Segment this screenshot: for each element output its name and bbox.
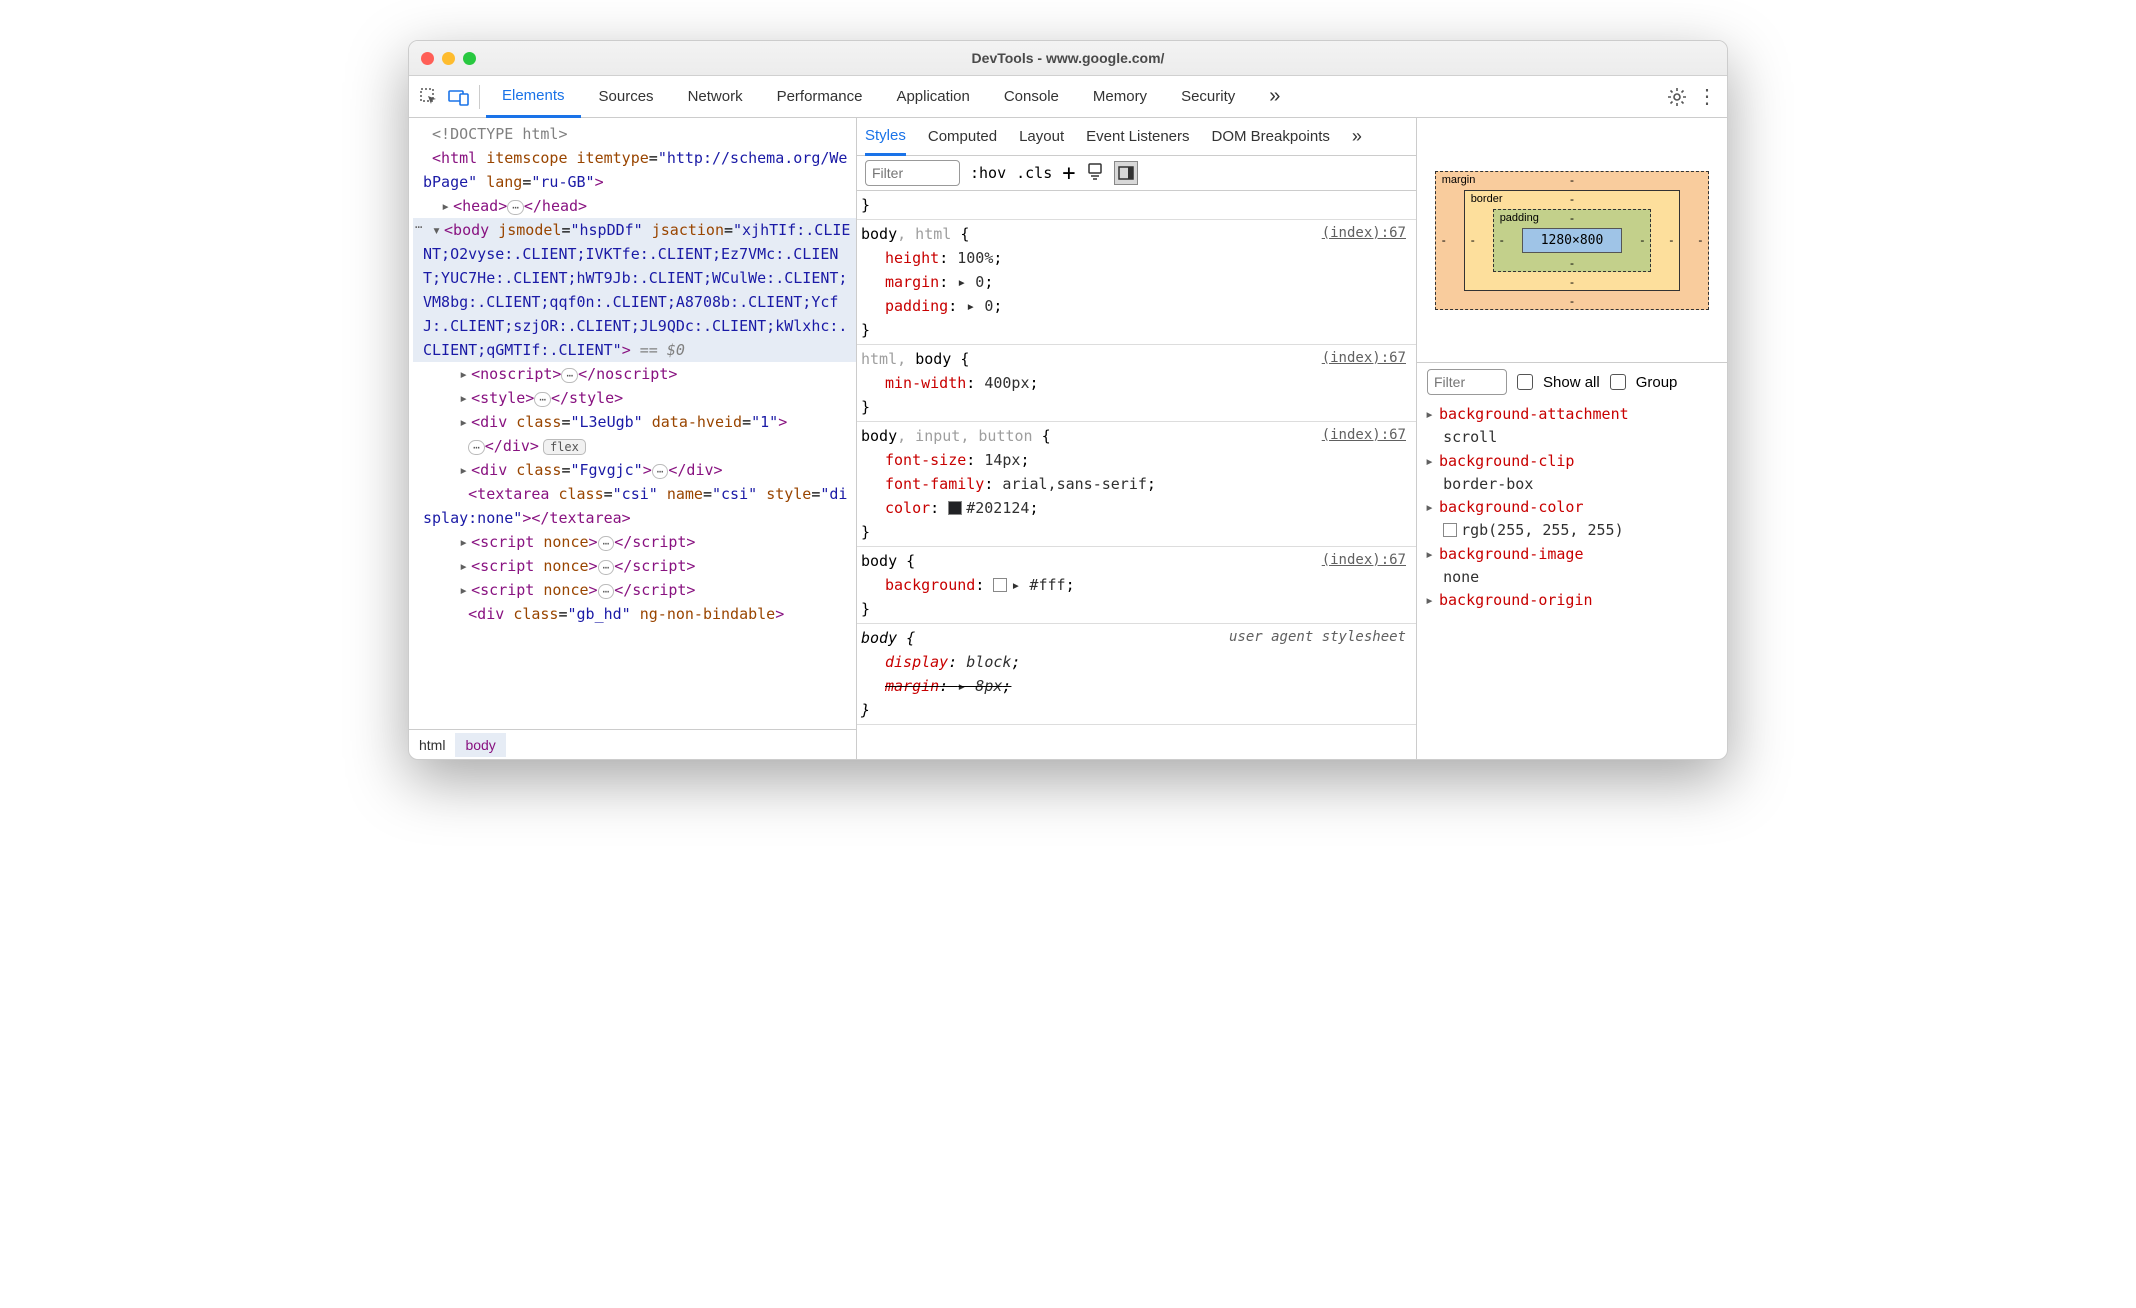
computed-properties[interactable]: ▸background-attachment scroll▸background… bbox=[1417, 401, 1727, 759]
subtab-computed[interactable]: Computed bbox=[928, 118, 997, 156]
tab-performance[interactable]: Performance bbox=[761, 76, 879, 118]
hov-toggle[interactable]: :hov bbox=[970, 164, 1006, 182]
group-label: Group bbox=[1636, 374, 1678, 391]
computed-filter-input[interactable] bbox=[1427, 369, 1507, 395]
padding-bottom-value: - bbox=[1570, 256, 1574, 270]
border-top-value: - bbox=[1570, 192, 1574, 206]
padding-left-value: - bbox=[1500, 233, 1504, 247]
margin-top-value: - bbox=[1570, 173, 1574, 187]
window-controls bbox=[421, 52, 476, 65]
crumb-html[interactable]: html bbox=[409, 733, 455, 757]
padding-right-value: - bbox=[1640, 233, 1644, 247]
copy-styles-icon[interactable] bbox=[1086, 162, 1104, 184]
box-model-content-size: 1280×800 bbox=[1522, 228, 1623, 253]
tab-console[interactable]: Console bbox=[988, 76, 1075, 118]
right-sidebar: margin - - - - border - - - - padding bbox=[1417, 118, 1727, 759]
subtab-layout[interactable]: Layout bbox=[1019, 118, 1064, 156]
group-checkbox[interactable] bbox=[1610, 374, 1626, 390]
show-all-label: Show all bbox=[1543, 374, 1600, 391]
new-style-rule-button[interactable]: + bbox=[1062, 161, 1075, 186]
subtab-dom-breakpoints[interactable]: DOM Breakpoints bbox=[1212, 118, 1330, 156]
show-all-checkbox[interactable] bbox=[1517, 374, 1533, 390]
margin-left-value: - bbox=[1442, 233, 1446, 247]
border-bottom-value: - bbox=[1570, 275, 1574, 289]
box-model-padding-label: padding bbox=[1500, 212, 1539, 224]
more-tabs-button[interactable]: » bbox=[1253, 76, 1296, 118]
subtab-event-listeners[interactable]: Event Listeners bbox=[1086, 118, 1189, 156]
minimize-window-button[interactable] bbox=[442, 52, 455, 65]
margin-right-value: - bbox=[1698, 233, 1702, 247]
styles-filter-input[interactable] bbox=[865, 160, 960, 186]
tab-application[interactable]: Application bbox=[880, 76, 985, 118]
cls-toggle[interactable]: .cls bbox=[1016, 164, 1052, 182]
device-toolbar-icon[interactable] bbox=[445, 83, 473, 111]
window-title: DevTools - www.google.com/ bbox=[409, 50, 1727, 66]
settings-icon[interactable] bbox=[1663, 83, 1691, 111]
elements-panel: <!DOCTYPE html> <html itemscope itemtype… bbox=[409, 118, 857, 759]
tab-memory[interactable]: Memory bbox=[1077, 76, 1163, 118]
padding-top-value: - bbox=[1570, 211, 1574, 225]
styles-subtabs: Styles Computed Layout Event Listeners D… bbox=[857, 118, 1416, 156]
close-window-button[interactable] bbox=[421, 52, 434, 65]
tab-network[interactable]: Network bbox=[672, 76, 759, 118]
divider bbox=[479, 85, 480, 109]
crumb-body[interactable]: body bbox=[455, 733, 505, 757]
style-rules[interactable]: }body, html {(index):67height: 100%;marg… bbox=[857, 191, 1416, 759]
tab-sources[interactable]: Sources bbox=[583, 76, 670, 118]
box-model-margin-label: margin bbox=[1442, 174, 1476, 186]
box-model-border-label: border bbox=[1471, 193, 1503, 205]
margin-bottom-value: - bbox=[1570, 294, 1574, 308]
styles-toolbar: :hov .cls + bbox=[857, 156, 1416, 191]
main-tabs: Elements Sources Network Performance App… bbox=[409, 76, 1727, 118]
tab-security[interactable]: Security bbox=[1165, 76, 1251, 118]
border-left-value: - bbox=[1471, 233, 1475, 247]
titlebar: DevTools - www.google.com/ bbox=[409, 41, 1727, 76]
border-right-value: - bbox=[1669, 233, 1673, 247]
breadcrumb: html body bbox=[409, 729, 856, 759]
devtools-window: DevTools - www.google.com/ Elements Sour… bbox=[408, 40, 1728, 760]
toggle-sidebar-button[interactable] bbox=[1114, 161, 1138, 185]
inspect-element-icon[interactable] bbox=[415, 83, 443, 111]
box-model[interactable]: margin - - - - border - - - - padding bbox=[1417, 118, 1727, 363]
kebab-menu-icon[interactable]: ⋮ bbox=[1693, 83, 1721, 111]
maximize-window-button[interactable] bbox=[463, 52, 476, 65]
subtab-styles[interactable]: Styles bbox=[865, 118, 906, 156]
computed-toolbar: Show all Group bbox=[1417, 363, 1727, 401]
tab-elements[interactable]: Elements bbox=[486, 76, 581, 118]
dom-tree[interactable]: <!DOCTYPE html> <html itemscope itemtype… bbox=[409, 118, 856, 729]
more-subtabs-button[interactable]: » bbox=[1352, 118, 1362, 156]
styles-panel: Styles Computed Layout Event Listeners D… bbox=[857, 118, 1417, 759]
